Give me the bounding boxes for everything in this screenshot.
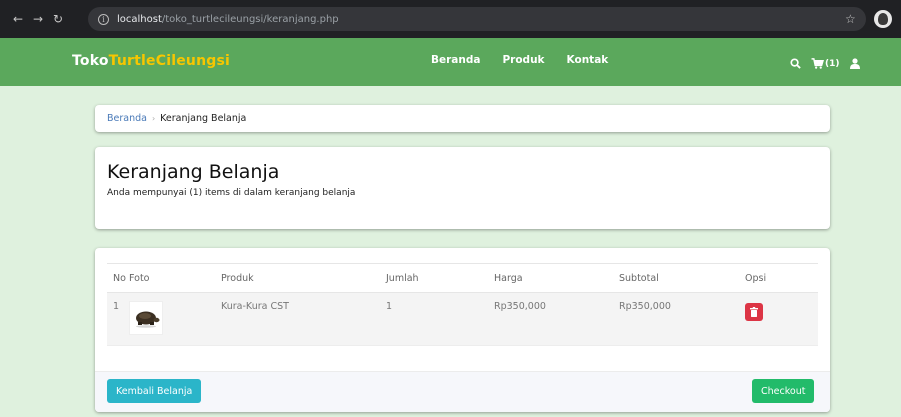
header-opsi: Opsi [745, 272, 767, 284]
cart-count: (1) [825, 58, 840, 69]
trash-icon [750, 307, 758, 317]
search-icon[interactable] [790, 58, 801, 69]
brand-logo[interactable]: TokoTurtleCileungsi [72, 53, 230, 69]
info-icon[interactable]: i [98, 13, 109, 25]
turtle-image [136, 311, 160, 328]
cell-no: 1 [113, 301, 120, 312]
user-icon[interactable] [849, 58, 860, 69]
cell-subtotal: Rp350,000 [619, 301, 671, 312]
cart-header-card: Keranjang Belanja Anda mempunyai (1) ite… [95, 147, 830, 229]
cell-foto [129, 301, 221, 335]
cart-table-card: No Foto Produk Jumlah Harga Subtotal Ops… [95, 248, 830, 412]
header-jumlah: Jumlah [386, 272, 419, 284]
nav-link-beranda[interactable]: Beranda [431, 54, 480, 66]
product-thumbnail [129, 301, 163, 335]
header-harga: Harga [494, 272, 523, 284]
page-title: Keranjang Belanja [107, 161, 280, 183]
cell-harga: Rp350,000 [494, 301, 546, 312]
checkout-button[interactable]: Checkout [752, 379, 815, 403]
cell-produk: Kura-Kura CST [221, 301, 289, 312]
profile-avatar-icon[interactable] [874, 10, 892, 28]
url-text: localhost/toko_turtlecileungsi/keranjang… [117, 13, 339, 25]
header-subtotal: Subtotal [619, 272, 659, 284]
cart-table: No Foto Produk Jumlah Harga Subtotal Ops… [107, 263, 818, 346]
site-navbar: TokoTurtleCileungsi Beranda Produk Konta… [0, 38, 901, 86]
page-subtitle: Anda mempunyai (1) items di dalam keranj… [107, 188, 356, 198]
cell-opsi [745, 301, 805, 321]
breadcrumb-current: Keranjang Belanja [160, 113, 247, 124]
header-foto: Foto [129, 272, 150, 284]
back-to-shop-button[interactable]: Kembali Belanja [107, 379, 202, 403]
reload-icon[interactable]: ↻ [48, 12, 68, 26]
header-no: No [113, 272, 126, 284]
nav-menu: Beranda Produk Kontak [431, 54, 608, 66]
cell-jumlah: 1 [386, 301, 393, 312]
address-bar[interactable]: i localhost/toko_turtlecileungsi/keranja… [88, 7, 866, 31]
table-row: 1 Kura-Kura CST 1 Rp350,000 Rp350,000 [107, 293, 818, 346]
cart-icon [811, 54, 824, 73]
bookmark-star-icon[interactable]: ☆ [845, 12, 856, 26]
forward-arrow-icon[interactable]: → [28, 12, 48, 26]
nav-link-produk[interactable]: Produk [502, 54, 544, 66]
nav-icons: (1) [790, 54, 860, 73]
table-header-row: No Foto Produk Jumlah Harga Subtotal Ops… [107, 264, 818, 293]
breadcrumb: Beranda › Keranjang Belanja [95, 105, 830, 132]
delete-item-button[interactable] [745, 303, 763, 321]
cart-footer: Kembali Belanja Checkout [95, 371, 830, 412]
cart-link[interactable]: (1) [811, 54, 840, 73]
back-arrow-icon[interactable]: ← [8, 12, 28, 26]
breadcrumb-home-link[interactable]: Beranda [107, 113, 147, 124]
header-produk: Produk [221, 272, 254, 284]
breadcrumb-separator-icon: › [151, 114, 156, 123]
browser-toolbar: ← → ↻ i localhost/toko_turtlecileungsi/k… [0, 0, 901, 38]
nav-link-kontak[interactable]: Kontak [567, 54, 609, 66]
